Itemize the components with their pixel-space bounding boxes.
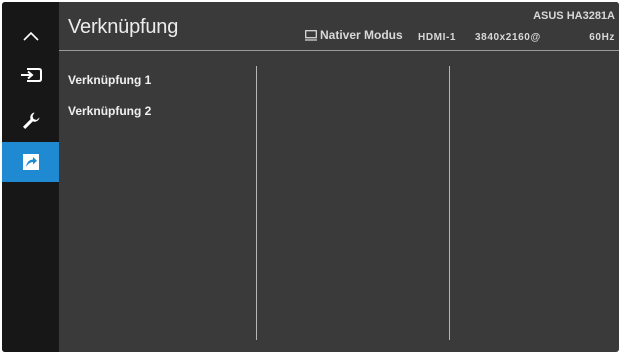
mode-indicator: Nativer Modus (305, 28, 403, 42)
page-title: Verknüpfung (68, 16, 179, 38)
input-select-icon (20, 68, 42, 82)
monitor-icon (305, 29, 317, 41)
sidebar (2, 2, 59, 352)
osd-panel: Verknüpfung ASUS HA3281A Nativer Modus H… (2, 2, 619, 352)
sidebar-item-input[interactable] (2, 55, 59, 95)
sidebar-item-shortcut[interactable] (2, 142, 59, 182)
status-bar: ASUS HA3281A Nativer Modus HDMI-1 3840x2… (305, 10, 615, 46)
header-divider (59, 50, 619, 51)
menu-item-shortcut-1[interactable]: Verknüpfung 1 (68, 73, 151, 87)
resolution-label: 3840x2160@ (475, 32, 541, 43)
chevron-up-icon (22, 31, 39, 41)
sidebar-item-up[interactable] (2, 16, 59, 56)
mode-label: Nativer Modus (320, 28, 403, 42)
input-label: HDMI-1 (418, 32, 457, 43)
model-name: ASUS HA3281A (533, 10, 615, 22)
sidebar-item-system[interactable] (2, 101, 59, 141)
header: Verknüpfung ASUS HA3281A Nativer Modus H… (59, 2, 619, 50)
wrench-icon (22, 112, 39, 129)
column-divider (449, 66, 450, 340)
refresh-rate-label: 60Hz (589, 32, 615, 43)
column-divider (256, 66, 257, 340)
shortcut-arrow-icon (22, 154, 39, 170)
menu-item-shortcut-2[interactable]: Verknüpfung 2 (68, 104, 151, 118)
